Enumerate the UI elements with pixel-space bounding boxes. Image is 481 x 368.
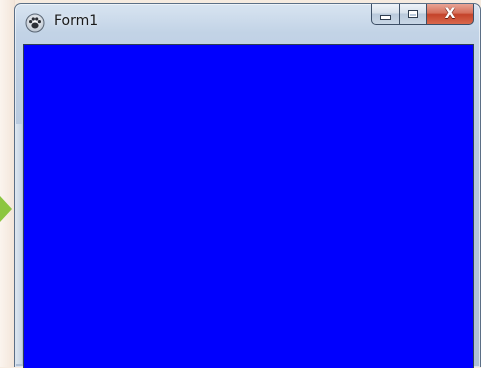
close-icon: X <box>444 6 456 22</box>
close-button[interactable]: X <box>427 4 474 25</box>
client-area[interactable] <box>23 44 474 368</box>
arrow-icon <box>0 196 12 222</box>
paw-icon[interactable] <box>25 13 45 33</box>
title-bar[interactable]: Form1 X <box>15 4 480 44</box>
caption-buttons: X <box>371 4 474 25</box>
frame-highlight <box>16 124 22 364</box>
form-window[interactable]: Form1 X <box>14 3 481 368</box>
maximize-button[interactable] <box>400 4 427 25</box>
window-title: Form1 <box>54 13 99 29</box>
minimize-button[interactable] <box>371 4 400 25</box>
maximize-icon <box>408 10 418 18</box>
minimize-icon <box>380 14 391 20</box>
